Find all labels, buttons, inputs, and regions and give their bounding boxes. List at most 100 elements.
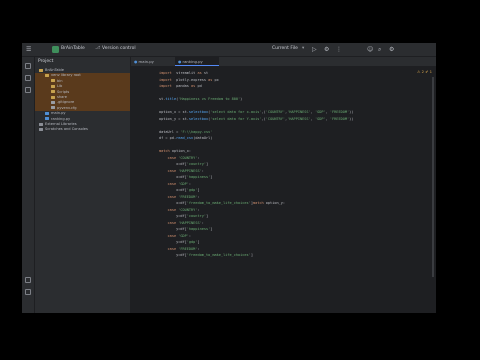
code-line[interactable]: import pandas as pd [159, 83, 202, 89]
tree-item-label: pyvenv.cfg [57, 105, 77, 110]
chevron-down-icon[interactable]: ▾ [302, 46, 304, 51]
code-line[interactable]: case 'HAPPINESS': [159, 168, 204, 174]
tab-label: ranking.py [182, 59, 203, 64]
code-line[interactable]: option_y = st.selectbox('select data for… [159, 116, 353, 122]
code-line[interactable]: y=df['freedom_to_make_life_choices'] [159, 252, 253, 258]
python-file-icon [45, 111, 49, 115]
python-file-icon: ● [134, 59, 138, 64]
code-line[interactable]: x=df['freedom_to_make_life_choices']matc… [159, 200, 285, 206]
code-token: : [188, 181, 192, 186]
terminal-tool-icon[interactable] [25, 277, 31, 283]
run-icon[interactable]: ▷ [312, 46, 317, 53]
code-token: st [201, 71, 209, 75]
hamburger-icon[interactable]: ☰ [26, 46, 31, 53]
code-token: ] [210, 175, 213, 179]
code-token: 'happiness' [186, 175, 211, 179]
code-line[interactable]: y=df['country'] [159, 213, 208, 219]
code-line[interactable]: import streamlit as st [159, 70, 208, 76]
tree-item-label: .gitignore [57, 100, 75, 105]
search-icon[interactable]: ⌕ [378, 46, 381, 53]
code-token: 'country' [186, 162, 206, 166]
code-line[interactable]: match option_x: [159, 148, 191, 154]
code-token: 'happiness' [186, 227, 211, 231]
tree-item-label: ranking.py [51, 116, 71, 121]
code-token: case [167, 181, 177, 186]
tab-ranking-py[interactable]: ● ranking.py [175, 57, 219, 66]
code-token: 'HAPPINESS' [178, 168, 202, 173]
code-token: dataUrl = [159, 129, 181, 134]
code-line[interactable]: case 'FREEDOM': [159, 246, 200, 252]
code-token: case [167, 168, 177, 173]
code-line[interactable]: option_x = st.selectbox('select data for… [159, 109, 353, 115]
code-line[interactable]: x=df['happiness'] [159, 174, 212, 180]
code-token: 'F:\\happy.csv' [180, 129, 213, 134]
code-token: )) [349, 110, 354, 114]
code-line[interactable]: y=df['gdp'] [159, 239, 200, 245]
project-name[interactable]: BrAinTable [61, 46, 85, 51]
file-icon [51, 100, 55, 104]
more-icon[interactable]: ⋮ [336, 46, 342, 53]
code-token: case [167, 207, 177, 212]
project-panel-title[interactable]: Project [38, 59, 53, 64]
run-config-selector[interactable]: Current File [272, 46, 298, 51]
code-token: option_y = st. [159, 116, 189, 121]
tree-item-label: External Libraries [45, 122, 77, 126]
more-tools-icon[interactable] [25, 87, 31, 93]
inspection-widget[interactable]: ⚠ 2 ✔ 1 [417, 69, 432, 74]
code-line[interactable]: x=df['gdp'] [159, 187, 200, 193]
user-icon[interactable]: ☺ [367, 46, 373, 53]
problems-tool-icon[interactable] [25, 289, 31, 295]
code-token: ] [250, 253, 253, 257]
code-line[interactable]: case 'COUNTRY': [159, 207, 200, 213]
code-token: : [197, 155, 200, 160]
tree-item[interactable]: Scratches and Consoles [35, 127, 130, 132]
code-token: : [201, 168, 204, 173]
code-line[interactable]: case 'GDP': [159, 181, 192, 187]
title-bar: ☰ BrAinTable ⎇ Version control Current F… [22, 43, 436, 57]
code-token: : [188, 233, 192, 238]
code-token: 'gdp' [186, 240, 198, 244]
project-tool-icon[interactable] [25, 63, 31, 69]
folder-icon [39, 68, 43, 72]
code-token: streamlit [171, 71, 198, 75]
code-line[interactable]: case 'COUNTRY': [159, 155, 200, 161]
code-line[interactable]: case 'FREEDOM': [159, 194, 200, 200]
code-token: y=df[ [159, 214, 187, 218]
code-line[interactable]: st.title('Happiness vs Freedom to 800') [159, 96, 242, 102]
project-badge[interactable] [52, 46, 59, 53]
gear-icon[interactable]: ⚙ [389, 46, 394, 53]
folder-icon [51, 79, 55, 83]
editor-scrollbar[interactable] [432, 77, 434, 277]
code-line[interactable]: dataUrl = 'F:\\happy.csv' [159, 129, 212, 135]
debug-icon[interactable]: ⚙ [324, 46, 329, 53]
code-token: (dataUrl) [193, 136, 213, 140]
code-line[interactable]: df = pd.read_csv(dataUrl) [159, 135, 212, 141]
code-line[interactable]: y=df['happiness'] [159, 226, 212, 232]
code-token: plotly.express [171, 77, 209, 82]
code-line[interactable]: import plotly.express as px [159, 77, 219, 83]
python-file-icon: ● [178, 59, 182, 64]
folder-icon [51, 84, 55, 88]
code-line[interactable]: case 'GDP': [159, 233, 192, 239]
code-line[interactable]: case 'HAPPINESS': [159, 220, 204, 226]
code-token: 'GDP' [178, 233, 189, 238]
tab-main-py[interactable]: ● main.py [131, 57, 173, 66]
structure-tool-icon[interactable] [25, 75, 31, 81]
editor-area: ● main.py ● ranking.py ⚠ 2 ✔ 1 import st… [131, 57, 436, 313]
file-icon [51, 106, 55, 110]
code-token: case [167, 155, 177, 160]
code-token: 'select data for x-axis' [210, 110, 262, 114]
code-token: case [167, 233, 177, 238]
code-line[interactable]: x=df['country'] [159, 161, 208, 167]
code-token: : [197, 207, 200, 212]
folder-icon [45, 73, 49, 77]
code-token: 'COUNTRY' [265, 110, 286, 114]
vcs-label[interactable]: Version control [102, 46, 136, 51]
left-tool-strip [22, 57, 35, 313]
code-token: case [167, 220, 177, 225]
